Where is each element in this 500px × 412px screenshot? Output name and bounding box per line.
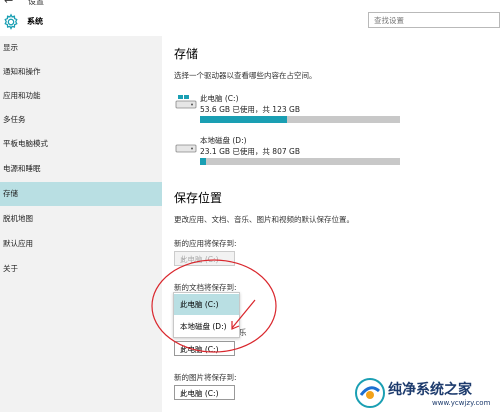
drive-d-usage-fill — [200, 158, 206, 165]
sidebar-item-label: 脱机地图 — [3, 214, 33, 223]
sidebar-item-multitasking[interactable]: 多任务 — [0, 108, 162, 132]
chevron-down-icon: ⌄ — [180, 343, 187, 352]
search-placeholder: 查找设置 — [374, 16, 404, 25]
window-title: 设置 — [28, 0, 44, 6]
sidebar: 显示 通知和操作 应用和功能 多任务 平板电脑模式 电源和睡眠 存储 脱机地图 … — [0, 36, 162, 412]
drive-c-name[interactable]: 此电脑 (C:) — [200, 93, 239, 104]
new-pictures-label: 新的图片将保存到: — [174, 373, 237, 382]
dropdown-option-d[interactable]: 本地磁盘 (D:) — [174, 316, 239, 337]
main-content: 存储 选择一个驱动器以查看哪些内容在占空间。 此电脑 (C:) 53.6 GB … — [162, 36, 500, 412]
sidebar-item-storage[interactable]: 存储 — [0, 182, 162, 206]
music-dropdown[interactable]: 此电脑 (C:) ⌄ — [174, 341, 235, 356]
sidebar-item-label: 显示 — [3, 43, 18, 52]
sidebar-item-about[interactable]: 关于 — [0, 257, 162, 281]
gear-icon — [4, 13, 18, 30]
save-locations-description: 更改应用、文档、音乐、图片和视频的默认保存位置。 — [174, 215, 354, 224]
drive-c-usage-bar[interactable] — [200, 116, 400, 123]
chevron-down-icon: ⌄ — [180, 253, 187, 262]
watermark-url: www.ycwjzy.com — [432, 399, 491, 407]
drive-d-name[interactable]: 本地磁盘 (D:) — [200, 135, 247, 146]
sidebar-item-label: 通知和操作 — [3, 67, 41, 76]
app-name: 系统 — [27, 17, 43, 26]
option-label: 此电脑 (C:) — [180, 300, 219, 309]
drive-c-usage: 53.6 GB 已使用，共 123 GB — [200, 105, 300, 114]
disk-drive-icon — [175, 144, 197, 153]
storage-heading: 存储 — [174, 47, 199, 61]
dropdown-option-c[interactable]: 此电脑 (C:) — [174, 294, 239, 315]
docs-dropdown-popup: 此电脑 (C:) 本地磁盘 (D:) — [173, 292, 240, 338]
sidebar-item-power[interactable]: 电源和睡眠 — [0, 157, 162, 181]
music-label-fragment: 乐 — [239, 328, 247, 337]
sidebar-item-label: 多任务 — [3, 115, 26, 124]
sidebar-item-label: 应用和功能 — [3, 91, 41, 100]
new-apps-dropdown[interactable]: 此电脑 (C:) ⌄ — [174, 251, 235, 266]
sidebar-item-label: 平板电脑模式 — [3, 139, 48, 148]
sidebar-item-label: 电源和睡眠 — [3, 164, 41, 173]
drive-c-usage-fill — [200, 116, 288, 123]
storage-description: 选择一个驱动器以查看哪些内容在占空间。 — [174, 71, 317, 80]
pictures-dropdown[interactable]: 此电脑 (C:) ⌄ — [174, 385, 235, 400]
drive-d-usage-bar[interactable] — [200, 158, 400, 165]
sidebar-item-notifications[interactable]: 通知和操作 — [0, 60, 162, 84]
sidebar-item-offline-maps[interactable]: 脱机地图 — [0, 207, 162, 231]
header: 系统 查找设置 — [0, 8, 500, 36]
watermark-logo-icon — [355, 378, 385, 408]
sidebar-item-label: 关于 — [3, 264, 18, 273]
pc-drive-icon — [175, 95, 197, 109]
option-label: 本地磁盘 (D:) — [180, 322, 227, 331]
sidebar-item-tablet-mode[interactable]: 平板电脑模式 — [0, 132, 162, 156]
back-arrow-icon[interactable]: ← — [4, 0, 13, 7]
watermark: 纯净系统之家 www.ycwjzy.com — [352, 375, 500, 412]
save-locations-heading: 保存位置 — [174, 191, 223, 205]
title-bar: ← 设置 — [0, 0, 500, 8]
new-apps-label: 新的应用将保存到: — [174, 239, 237, 248]
sidebar-item-default-apps[interactable]: 默认应用 — [0, 232, 162, 256]
watermark-text: 纯净系统之家 — [388, 382, 472, 398]
search-input[interactable]: 查找设置 — [368, 12, 500, 28]
sidebar-item-label: 默认应用 — [3, 239, 33, 248]
sidebar-item-label: 存储 — [3, 189, 18, 198]
sidebar-item-apps[interactable]: 应用和功能 — [0, 84, 162, 108]
chevron-down-icon: ⌄ — [180, 387, 187, 396]
drive-d-usage: 23.1 GB 已使用，共 807 GB — [200, 147, 300, 156]
sidebar-item-display[interactable]: 显示 — [0, 36, 162, 60]
